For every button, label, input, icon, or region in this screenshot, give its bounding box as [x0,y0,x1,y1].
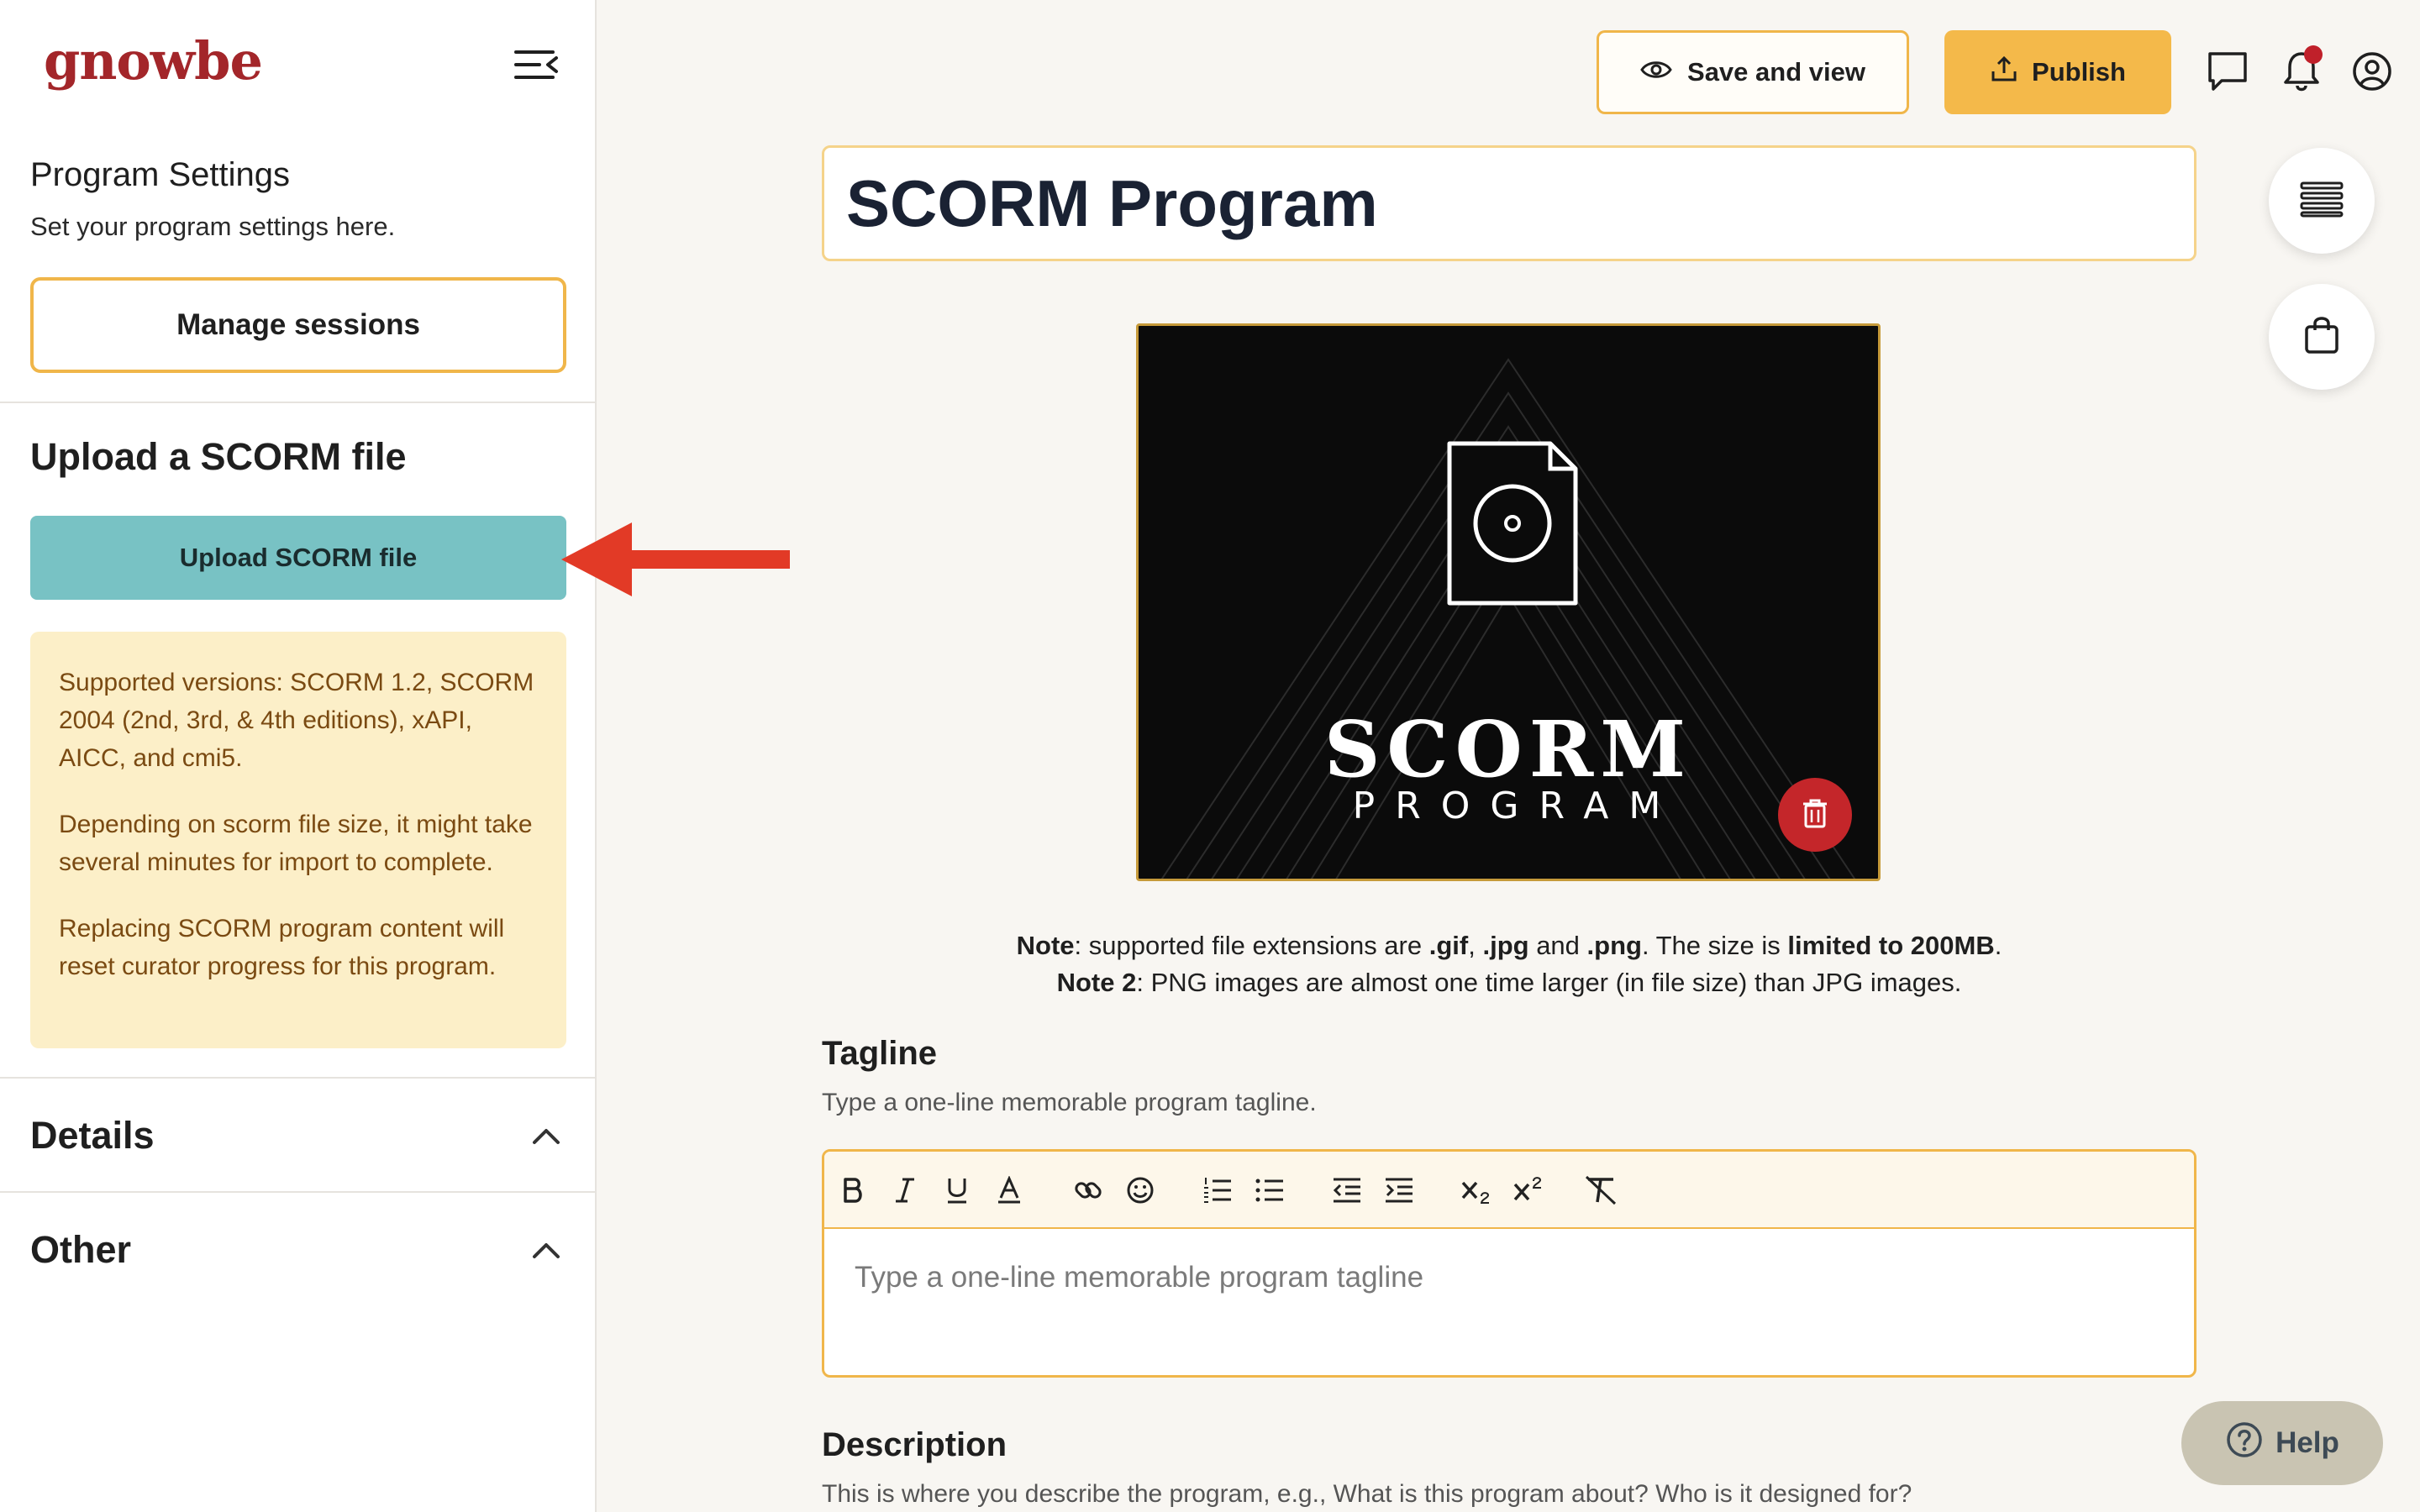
gnowbe-logo[interactable]: gnowbe [44,30,263,92]
notice-supported-versions: Supported versions: SCORM 1.2, SCORM 200… [59,669,534,772]
help-button[interactable]: Help [2181,1401,2383,1485]
notice-reset-warning: Replacing SCORM program content will res… [59,915,505,980]
program-title-input[interactable]: SCORM Program [822,145,2196,261]
italic-icon[interactable] [885,1170,925,1210]
tagline-placeholder: Type a one-line memorable program taglin… [855,1261,1424,1294]
notice-import-time: Depending on scorm file size, it might t… [59,811,533,876]
note2-text: : PNG images are almost one time larger … [1136,968,1962,997]
subscript-icon[interactable] [1456,1170,1497,1210]
program-settings-subtitle: Set your program settings here. [30,212,396,241]
other-accordion-title[interactable]: Other [30,1228,131,1272]
upload-scorm-title: Upload a SCORM file [30,435,407,478]
description-title: Description [822,1426,1007,1463]
bullet-list-icon[interactable] [1249,1170,1290,1210]
eye-icon [1640,57,1672,87]
delete-image-button[interactable] [1778,778,1852,852]
note-sep: and [1528,931,1587,960]
chevron-up-icon[interactable] [528,1231,565,1268]
divider [0,1077,597,1079]
note-gif: .gif [1428,931,1469,960]
outline-menu-button[interactable] [2269,148,2375,254]
profile-icon[interactable] [2351,49,2393,94]
notification-badge [2304,45,2323,64]
note-jpg: .jpg [1482,931,1529,960]
tagline-subtitle: Type a one-line memorable program taglin… [822,1089,1317,1116]
shopping-bag-icon [2303,315,2340,360]
link-icon[interactable] [1068,1170,1108,1210]
shop-button[interactable] [2269,284,2375,390]
clear-formatting-icon[interactable] [1581,1170,1621,1210]
publish-button[interactable]: Publish [1944,30,2171,114]
program-settings-title: Program Settings [30,156,291,193]
superscript-icon[interactable] [1508,1170,1549,1210]
publish-label: Publish [2032,57,2126,87]
question-icon [2225,1420,2264,1467]
tagline-title: Tagline [822,1035,938,1072]
editor-toolbar [824,1152,2194,1229]
sidebar: gnowbe Program Settings Set your program… [0,0,597,1512]
note2-label: Note 2 [1056,968,1137,997]
details-accordion-title[interactable]: Details [30,1114,155,1158]
red-arrow-annotation [561,522,793,596]
note-end: . [1994,931,2002,960]
png-size-note: Note 2: PNG images are almost one time l… [822,968,2196,998]
bold-icon[interactable] [833,1170,873,1210]
ordered-list-icon[interactable] [1197,1170,1238,1210]
collapse-sidebar-icon[interactable] [511,45,561,84]
tagline-editor[interactable]: Type a one-line memorable program taglin… [822,1149,2196,1378]
trash-icon [1801,797,1829,833]
save-and-view-label: Save and view [1687,57,1865,87]
help-label: Help [2275,1426,2339,1459]
note-png: .png [1586,931,1642,960]
scorm-notice: Supported versions: SCORM 1.2, SCORM 200… [30,632,566,1048]
description-subtitle: This is where you describe the program, … [822,1480,1912,1508]
note-text: : supported file extensions are [1074,931,1429,960]
document-music-icon [1447,441,1578,606]
cover-word-program: PROGRAM [1352,785,1681,827]
note-label: Note [1016,931,1075,960]
manage-sessions-button[interactable]: Manage sessions [30,277,566,373]
chevron-up-icon[interactable] [528,1117,565,1154]
program-cover-image[interactable]: SCORM PROGRAM [1136,323,1881,881]
underline-icon[interactable] [937,1170,977,1210]
divider [0,1191,597,1193]
file-extension-note: Note: supported file extensions are .gif… [822,931,2196,961]
list-icon [2300,181,2344,222]
note-size-limit: limited to 200MB [1787,931,1995,960]
note-text: . The size is [1641,931,1788,960]
outdent-icon[interactable] [1327,1170,1367,1210]
upload-icon [1990,55,2018,90]
note-sep: , [1468,931,1483,960]
text-color-icon[interactable] [989,1170,1029,1210]
emoji-icon[interactable] [1120,1170,1160,1210]
upload-scorm-button[interactable]: Upload SCORM file [30,516,566,600]
chat-icon[interactable] [2207,49,2249,94]
save-and-view-button[interactable]: Save and view [1597,30,1909,114]
cover-word-scorm: SCORM [1323,704,1693,795]
indent-icon[interactable] [1379,1170,1419,1210]
divider [0,402,597,403]
